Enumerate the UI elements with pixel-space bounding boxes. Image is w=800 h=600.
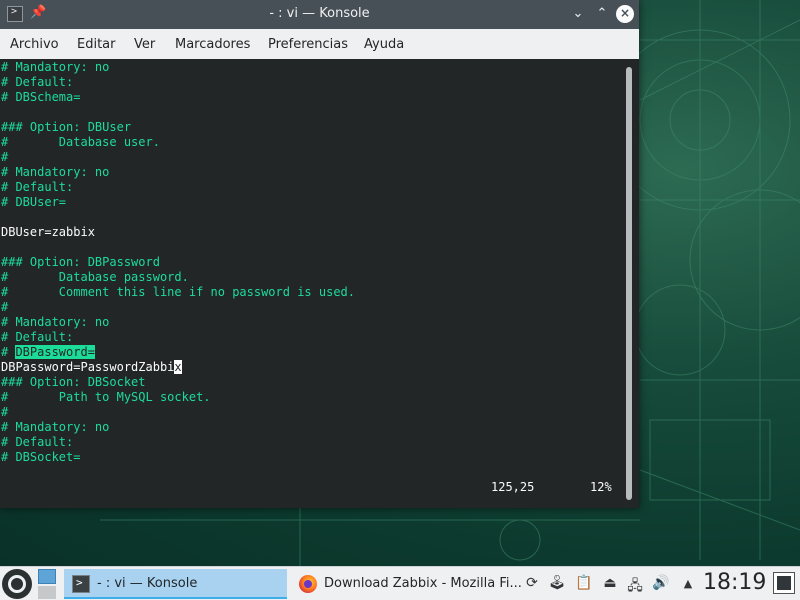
- konsole-window: > 📌 - : vi — Konsole ⌄ ⌃ × Archivo Edita…: [0, 0, 639, 508]
- terminal-line: ### Option: DBSocket: [1, 375, 146, 389]
- terminal-line: # DBUser=: [1, 195, 67, 209]
- menu-archivo[interactable]: Archivo: [10, 37, 59, 52]
- terminal-line: # Mandatory: no: [1, 60, 110, 74]
- gamepad-icon[interactable]: 🕹: [548, 575, 566, 591]
- terminal-line: #: [1, 405, 9, 419]
- task-konsole[interactable]: > - : vi — Konsole: [64, 569, 287, 599]
- menu-ayuda[interactable]: Ayuda: [364, 37, 404, 52]
- search-highlight: DBPassword=: [15, 345, 95, 359]
- minimize-button[interactable]: ⌄: [568, 4, 588, 24]
- terminal-line: # Comment this line if no password is us…: [1, 285, 356, 299]
- terminal-line: # Mandatory: no: [1, 420, 110, 434]
- terminal-line: # DBSchema=: [1, 90, 81, 104]
- terminal-line: # Default:: [1, 180, 74, 194]
- terminal-line: # Database user.: [1, 135, 160, 149]
- terminal-line: #: [1, 150, 9, 164]
- terminal-line: # Mandatory: no: [1, 315, 110, 329]
- window-title: - : vi — Konsole: [269, 6, 370, 21]
- terminal-scrollbar[interactable]: [626, 67, 632, 500]
- menubar: Archivo Editar Ver Marcadores Preferenci…: [0, 29, 639, 60]
- konsole-icon: >: [72, 575, 90, 593]
- updates-icon[interactable]: ⟳: [523, 575, 541, 591]
- maximize-button[interactable]: ⌃: [592, 4, 612, 24]
- clipboard-icon[interactable]: 📋: [575, 575, 593, 591]
- terminal-line: DBPassword=PasswordZabbix: [1, 360, 182, 375]
- usb-icon[interactable]: ⏏: [601, 575, 619, 591]
- volume-icon[interactable]: 🔊: [652, 575, 670, 591]
- application-launcher-icon[interactable]: [2, 569, 32, 599]
- terminal-view[interactable]: # Mandatory: no # Default: # DBSchema= #…: [0, 59, 639, 508]
- menu-preferencias[interactable]: Preferencias: [268, 37, 348, 52]
- menu-marcadores[interactable]: Marcadores: [175, 37, 250, 52]
- firefox-icon: [299, 575, 317, 593]
- task-label: Download Zabbix - Mozilla Fi...: [324, 576, 522, 591]
- vi-cursor-position: 125,25: [491, 480, 535, 494]
- taskbar: > - : vi — Konsole Download Zabbix - Moz…: [0, 566, 800, 600]
- terminal-line: # Database password.: [1, 270, 189, 284]
- terminal-line: # Path to MySQL socket.: [1, 390, 211, 404]
- terminal-line-text: DBPassword=PasswordZabbi: [1, 360, 175, 374]
- show-desktop-icon[interactable]: [773, 572, 795, 594]
- terminal-line: DBUser=zabbix: [1, 225, 95, 239]
- window-titlebar[interactable]: > 📌 - : vi — Konsole ⌄ ⌃ ×: [0, 0, 639, 29]
- virtual-desktop-1[interactable]: [38, 569, 56, 584]
- terminal-line: #: [1, 300, 9, 314]
- terminal-line: # Mandatory: no: [1, 165, 110, 179]
- clock[interactable]: 18:19: [703, 570, 766, 595]
- virtual-desktop-2[interactable]: [38, 586, 56, 599]
- terminal-line: # Default:: [1, 435, 74, 449]
- menu-ver[interactable]: Ver: [134, 37, 155, 52]
- menu-editar[interactable]: Editar: [77, 37, 116, 52]
- task-firefox[interactable]: Download Zabbix - Mozilla Fi...: [291, 569, 522, 599]
- vi-scroll-percent: 12%: [590, 480, 612, 494]
- terminal-line: ### Option: DBPassword: [1, 255, 160, 269]
- text-cursor: x: [174, 360, 182, 374]
- terminal-line: # DBPassword=: [1, 345, 95, 360]
- close-button[interactable]: ×: [616, 5, 634, 23]
- terminal-line: # Default:: [1, 330, 74, 344]
- task-label: - : vi — Konsole: [97, 576, 198, 591]
- terminal-line: # DBSocket=: [1, 450, 81, 464]
- network-icon[interactable]: 🖧: [626, 575, 644, 599]
- terminal-line-prefix: #: [1, 345, 16, 359]
- expand-tray-icon[interactable]: ▲: [679, 577, 697, 590]
- terminal-line: # Default:: [1, 75, 74, 89]
- terminal-line: ### Option: DBUser: [1, 120, 132, 134]
